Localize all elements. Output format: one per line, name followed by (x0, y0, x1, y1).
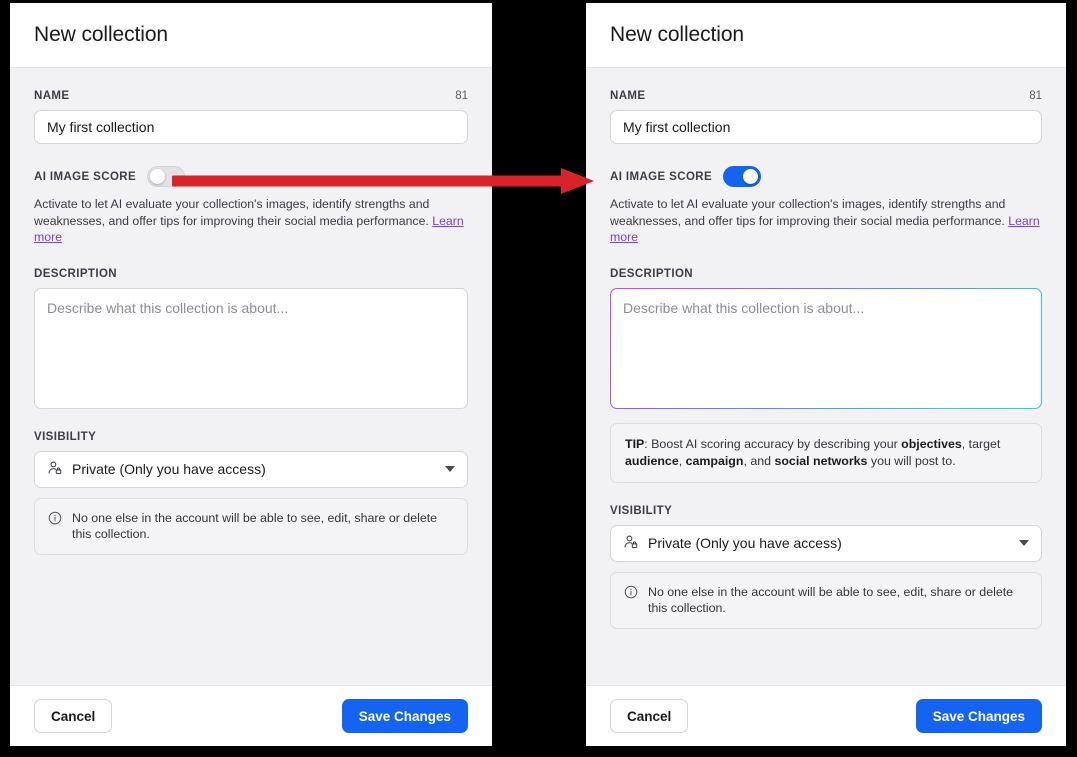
ai-image-score-row-off: AI IMAGE SCORE (34, 166, 468, 187)
visibility-info-box: No one else in the account will be able … (34, 498, 468, 555)
dialog-header-after: New collection (586, 3, 1066, 68)
description-label-after: DESCRIPTION (610, 268, 693, 280)
name-label-row-after: NAME 81 (610, 90, 1042, 102)
tip-prefix: TIP (625, 437, 644, 451)
visibility-info-text-after: No one else in the account will be able … (648, 584, 1028, 617)
cancel-button-after[interactable]: Cancel (610, 699, 688, 733)
name-input-after[interactable]: My first collection (610, 110, 1042, 144)
tip-text-5: you will post to. (867, 454, 955, 468)
description-label: DESCRIPTION (34, 268, 117, 280)
name-field-group-after: NAME 81 My first collection (610, 90, 1042, 144)
name-label-after: NAME (610, 90, 645, 102)
description-group-after: DESCRIPTION Describe what this collectio… (610, 268, 1042, 409)
chevron-down-icon-after[interactable] (1019, 540, 1029, 546)
visibility-label-after: VISIBILITY (610, 505, 672, 517)
info-icon (48, 511, 62, 543)
person-lock-icon (47, 460, 63, 479)
description-label-row: DESCRIPTION (34, 268, 468, 280)
visibility-select-after[interactable]: Private (Only you have access) (610, 525, 1042, 562)
collection-dialog-before: New collection NAME 81 My first collecti… (10, 3, 492, 746)
ai-image-score-toggle-off[interactable] (147, 166, 185, 187)
save-changes-button[interactable]: Save Changes (342, 699, 468, 733)
tip-text-4: , and (743, 454, 774, 468)
tip-bold-campaign: campaign (686, 454, 744, 468)
ai-image-score-row-on: AI IMAGE SCORE (610, 166, 1042, 187)
visibility-group-after: VISIBILITY Private (Only you have access… (610, 505, 1042, 629)
toggle-knob (150, 169, 165, 184)
page-title-after: New collection (610, 23, 744, 47)
chevron-down-icon[interactable] (445, 466, 455, 472)
visibility-info-box-after: No one else in the account will be able … (610, 572, 1042, 629)
ai-image-score-label-after: AI IMAGE SCORE (610, 171, 712, 183)
screenshot-stage: New collection NAME 81 My first collecti… (0, 0, 1077, 757)
save-changes-button-after[interactable]: Save Changes (916, 699, 1042, 733)
tip-bold-audience: audience (625, 454, 679, 468)
description-textarea[interactable]: Describe what this collection is about..… (34, 288, 468, 409)
name-field-group: NAME 81 My first collection (34, 90, 468, 144)
page-title: New collection (34, 23, 168, 47)
name-char-counter: 81 (455, 90, 468, 102)
dialog-footer-after: Cancel Save Changes (586, 685, 1066, 746)
tip-bold-objectives: objectives (901, 437, 962, 451)
ai-image-score-label: AI IMAGE SCORE (34, 171, 136, 183)
info-icon-after (624, 585, 638, 617)
tip-text-3: , (679, 454, 686, 468)
cancel-button[interactable]: Cancel (34, 699, 112, 733)
ai-tip-box: TIP: Boost AI scoring accuracy by descri… (610, 423, 1042, 483)
description-group: DESCRIPTION Describe what this collectio… (34, 268, 468, 409)
toggle-knob-on (743, 169, 758, 184)
name-input[interactable]: My first collection (34, 110, 468, 144)
ai-image-score-toggle-on[interactable] (723, 166, 761, 187)
tip-text-2: , target (962, 437, 1001, 451)
description-textarea-focused[interactable]: Describe what this collection is about..… (610, 288, 1042, 409)
visibility-group: VISIBILITY Private (Only you have access… (34, 431, 468, 555)
description-label-row-after: DESCRIPTION (610, 268, 1042, 280)
visibility-select[interactable]: Private (Only you have access) (34, 451, 468, 488)
ai-image-score-help-text: Activate to let AI evaluate your collect… (34, 196, 468, 246)
name-char-counter-after: 81 (1029, 90, 1042, 102)
visibility-label-row: VISIBILITY (34, 431, 468, 443)
tip-bold-social-networks: social networks (774, 454, 867, 468)
collection-dialog-after: New collection NAME 81 My first collecti… (586, 3, 1066, 746)
visibility-label: VISIBILITY (34, 431, 96, 443)
visibility-selected-value: Private (Only you have access) (72, 461, 266, 477)
ai-image-score-help-text-after: Activate to let AI evaluate your collect… (610, 196, 1042, 246)
dialog-header-before: New collection (10, 3, 492, 68)
visibility-selected-value-after: Private (Only you have access) (648, 535, 842, 551)
visibility-label-row-after: VISIBILITY (610, 505, 1042, 517)
ai-help-copy-after: Activate to let AI evaluate your collect… (610, 197, 1008, 228)
dialog-body-after: NAME 81 My first collection AI IMAGE SCO… (586, 68, 1066, 685)
name-label: NAME (34, 90, 69, 102)
ai-help-copy: Activate to let AI evaluate your collect… (34, 197, 432, 228)
visibility-info-text: No one else in the account will be able … (72, 510, 454, 543)
person-lock-icon-after (623, 534, 639, 553)
dialog-footer-before: Cancel Save Changes (10, 685, 492, 746)
name-label-row: NAME 81 (34, 90, 468, 102)
tip-text-1: : Boost AI scoring accuracy by describin… (644, 437, 901, 451)
dialog-body-before: NAME 81 My first collection AI IMAGE SCO… (10, 68, 492, 685)
